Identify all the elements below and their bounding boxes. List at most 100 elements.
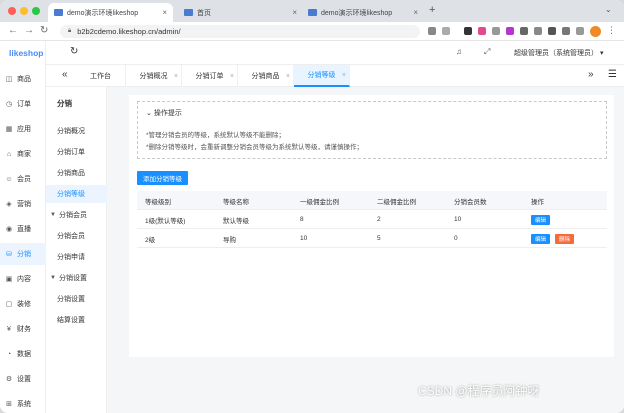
distribution-icon: ⛁ <box>6 251 12 258</box>
tags-scroll-left-icon[interactable]: « <box>62 69 68 80</box>
url-input[interactable]: 🔒︎ b2b2cdemo.likeshop.cn/admin/ <box>60 25 420 38</box>
sidebar-item-settings[interactable]: ⚙ 设置 <box>0 368 46 390</box>
extension-icon[interactable] <box>478 27 486 35</box>
add-level-button[interactable]: 添加分销等级 <box>137 171 188 185</box>
forward-icon[interactable]: → <box>24 25 34 36</box>
submenu-item-settings[interactable]: 分销设置 <box>46 290 107 308</box>
new-tab-icon[interactable]: + <box>429 4 435 16</box>
delete-button[interactable]: 删除 <box>555 233 575 244</box>
submenu-item-goods[interactable]: 分销商品 <box>46 164 107 182</box>
submenu-group-settings[interactable]: ▼ 分销设置 <box>46 269 107 287</box>
tags-menu-icon[interactable]: ☰ <box>608 69 617 80</box>
edit-button[interactable]: 编辑 <box>531 233 551 244</box>
bag-icon: ◫ <box>5 76 13 83</box>
minimize-window-button[interactable] <box>20 7 28 15</box>
browser-tab-2[interactable]: 首页 × <box>178 3 303 22</box>
extension-icon[interactable] <box>520 27 528 35</box>
tag-distribution-overview[interactable]: 分销概况 × <box>126 65 182 87</box>
table-cell: 导购 <box>223 236 236 244</box>
more-icon[interactable]: ⋮ <box>607 25 616 36</box>
sidebar-item-data[interactable]: ◔ 数据 <box>0 343 46 365</box>
puzzle-icon[interactable] <box>562 27 570 35</box>
sidebar-item-goods[interactable]: ◫ 商品 <box>0 68 46 90</box>
main-sidebar: likeshop ◫ 商品 ◷ 订单 ▦ 应用 ⌂ 商家 ☺ 会员 ◈ 营销 ◉ 直播 ⛁ 分销… <box>0 41 46 413</box>
gear-icon: ⚙ <box>5 376 13 383</box>
sidebar-item-members[interactable]: ☺ 会员 <box>0 168 46 190</box>
page-tagbar: « 工作台 分销概况 × 分销订单 × 分销商品 × 分销等级 × » ☰ <box>46 65 624 87</box>
share-icon[interactable] <box>428 27 436 35</box>
sidebar-item-finance[interactable]: ¥ 财务 <box>0 318 46 340</box>
submenu-item-overview[interactable]: 分销概况 <box>46 122 107 140</box>
sidebar-item-marketing[interactable]: ◈ 营销 <box>0 193 46 215</box>
refresh-icon[interactable]: ↻ <box>70 46 78 57</box>
tips-line: *管理分销会员的等级，系统默认等级不能删除； <box>146 132 286 139</box>
submenu-item-orders[interactable]: 分销订单 <box>46 143 107 161</box>
browser-tab-1[interactable]: demo演示环境likeshop × <box>48 3 173 22</box>
table-row: 1级(默认等级) 默认等级 8 2 10 编辑 <box>137 210 607 229</box>
fullscreen-icon[interactable]: ⤢ <box>484 47 490 57</box>
profile-avatar[interactable] <box>590 26 601 37</box>
tag-distribution-goods[interactable]: 分销商品 × <box>238 65 294 87</box>
submenu-group-members[interactable]: ▼ 分销会员 <box>46 206 107 224</box>
close-icon[interactable]: × <box>413 8 418 17</box>
sidebar-item-distribution[interactable]: ⛁ 分销 <box>0 243 46 265</box>
extension-icon[interactable] <box>534 27 542 35</box>
tag-workbench[interactable]: 工作台 <box>76 65 126 87</box>
caret-down-icon: ▼ <box>50 275 56 281</box>
extension-icon[interactable] <box>506 27 514 35</box>
tag-distribution-levels[interactable]: 分销等级 × <box>294 65 350 87</box>
sidebar-item-merchants[interactable]: ⌂ 商家 <box>0 143 46 165</box>
bell-icon[interactable]: ♫ <box>456 47 462 56</box>
tags-scroll-right-icon[interactable]: » <box>588 69 594 80</box>
close-icon[interactable]: × <box>342 72 346 79</box>
extension-icon[interactable] <box>548 27 556 35</box>
app-topbar: ↻ ♫ ⤢ 超级管理员（系统管理员） ▾ <box>46 41 624 65</box>
sidebar-item-decoration[interactable]: ▢ 装修 <box>0 293 46 315</box>
table-header: 一级佣金比例 <box>300 198 339 206</box>
extension-icon[interactable] <box>464 27 472 35</box>
sidebar-item-orders[interactable]: ◷ 订单 <box>0 93 46 115</box>
sidebar-item-system[interactable]: ⊞ 系统 <box>0 393 46 413</box>
tips-title[interactable]: ⌄ 操作提示 <box>146 108 182 118</box>
maximize-window-button[interactable] <box>32 7 40 15</box>
close-icon[interactable]: × <box>162 8 167 17</box>
table-cell: 10 <box>454 216 462 223</box>
table-cell: 0 <box>454 235 458 242</box>
submenu-item-applications[interactable]: 分销申请 <box>46 248 107 266</box>
yen-icon: ¥ <box>7 325 11 333</box>
chevron-down-icon[interactable]: ⌄ <box>605 5 612 14</box>
star-icon[interactable] <box>442 27 450 35</box>
sidebar-item-content[interactable]: ▣ 内容 <box>0 268 46 290</box>
chevron-down-icon: ⌄ <box>146 110 152 117</box>
browser-tabstrip: demo演示环境likeshop × 首页 × demo演示环境likeshop… <box>0 0 624 22</box>
submenu-item-settlement[interactable]: 结算设置 <box>46 311 107 329</box>
submenu-item-members[interactable]: 分销会员 <box>46 227 107 245</box>
megaphone-icon: ◈ <box>6 201 12 208</box>
logo: likeshop <box>9 48 44 58</box>
close-icon[interactable]: × <box>286 73 290 80</box>
submenu-title: 分销 <box>57 99 72 108</box>
sidebar-item-apps[interactable]: ▦ 应用 <box>0 118 46 140</box>
sidebar-icon[interactable] <box>576 27 584 35</box>
submenu-item-levels[interactable]: 分销等级 <box>46 185 107 203</box>
admin-menu[interactable]: 超级管理员（系统管理员） ▾ <box>514 48 603 58</box>
edit-button[interactable]: 编辑 <box>531 214 551 225</box>
levels-card: ⌄ 操作提示 *管理分销会员的等级，系统默认等级不能删除； *删除分销等级时，会… <box>129 95 614 357</box>
extension-icon[interactable] <box>492 27 500 35</box>
browser-tab-3[interactable]: demo演示环境likeshop × <box>302 3 424 22</box>
close-icon[interactable]: × <box>292 8 297 17</box>
tag-distribution-orders[interactable]: 分销订单 × <box>182 65 238 87</box>
sidebar-item-live[interactable]: ◉ 直播 <box>0 218 46 240</box>
user-icon: ☺ <box>5 175 13 183</box>
caret-down-icon: ▼ <box>50 212 56 218</box>
close-window-button[interactable] <box>8 7 16 15</box>
table-header: 等级名称 <box>223 198 249 206</box>
table-cell: 2级 <box>145 236 156 244</box>
close-icon[interactable]: × <box>174 73 178 80</box>
back-icon[interactable]: ← <box>8 25 18 36</box>
close-icon[interactable]: × <box>230 73 234 80</box>
table-header-row: 等级级别 等级名称 一级佣金比例 二级佣金比例 分销会员数 操作 <box>137 191 607 210</box>
chart-icon: ◔ <box>6 350 12 358</box>
reload-icon[interactable]: ↻ <box>40 25 48 36</box>
url-text: b2b2cdemo.likeshop.cn/admin/ <box>77 27 181 36</box>
